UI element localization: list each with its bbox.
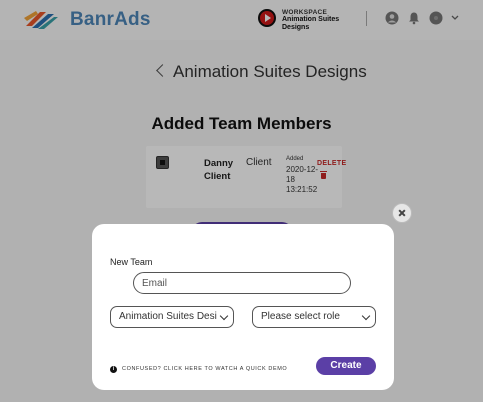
team-select-value: Animation Suites Desi xyxy=(119,311,217,322)
chevron-down-icon xyxy=(361,311,371,321)
demo-link[interactable]: CONFUSED? CLICK HERE TO WATCH A QUICK DE… xyxy=(122,366,287,373)
chevron-down-icon xyxy=(219,311,229,321)
info-icon: i xyxy=(110,366,117,373)
close-icon[interactable] xyxy=(392,203,412,223)
modal-title: New Team xyxy=(110,257,153,267)
email-field[interactable] xyxy=(133,272,351,294)
role-select[interactable]: Please select role xyxy=(252,306,376,328)
create-button[interactable]: Create xyxy=(316,357,376,375)
team-select[interactable]: Animation Suites Desi xyxy=(110,306,234,328)
role-select-value: Please select role xyxy=(261,311,340,322)
new-team-modal: New Team Animation Suites Desi Please se… xyxy=(92,224,394,390)
